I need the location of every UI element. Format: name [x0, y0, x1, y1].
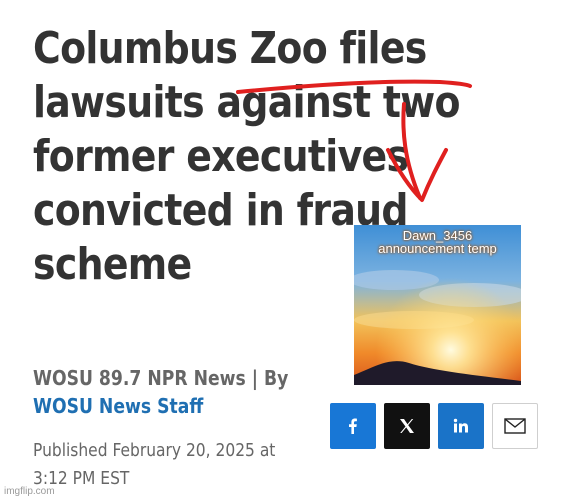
byline-author-link[interactable]: WOSU News Staff	[33, 392, 288, 420]
published-line: 3:12 PM EST	[33, 468, 130, 489]
image-caption: Dawn_3456 announcement temp	[354, 229, 521, 255]
x-icon	[400, 419, 414, 433]
facebook-icon	[349, 418, 357, 434]
linkedin-icon	[453, 418, 468, 433]
headline-line: Columbus Zoo files	[33, 23, 427, 74]
share-linkedin-button[interactable]	[438, 403, 484, 449]
share-facebook-button[interactable]	[330, 403, 376, 449]
caption-line: announcement temp	[378, 241, 497, 256]
byline: WOSU 89.7 NPR News | By WOSU News Staff	[33, 364, 288, 420]
share-email-button[interactable]	[492, 403, 538, 449]
published-line: Published February 20, 2025 at	[33, 440, 276, 461]
headline-line: lawsuits against two	[33, 77, 461, 128]
headline-line: former executives	[33, 131, 409, 182]
share-x-button[interactable]	[384, 403, 430, 449]
published-date: Published February 20, 2025 at 3:12 PM E…	[33, 437, 275, 493]
email-icon	[504, 418, 526, 434]
sunrise-photo: Dawn_3456 announcement temp	[354, 225, 521, 385]
imgflip-watermark: imgflip.com	[4, 486, 55, 497]
byline-source: WOSU 89.7 NPR News | By	[33, 366, 289, 390]
